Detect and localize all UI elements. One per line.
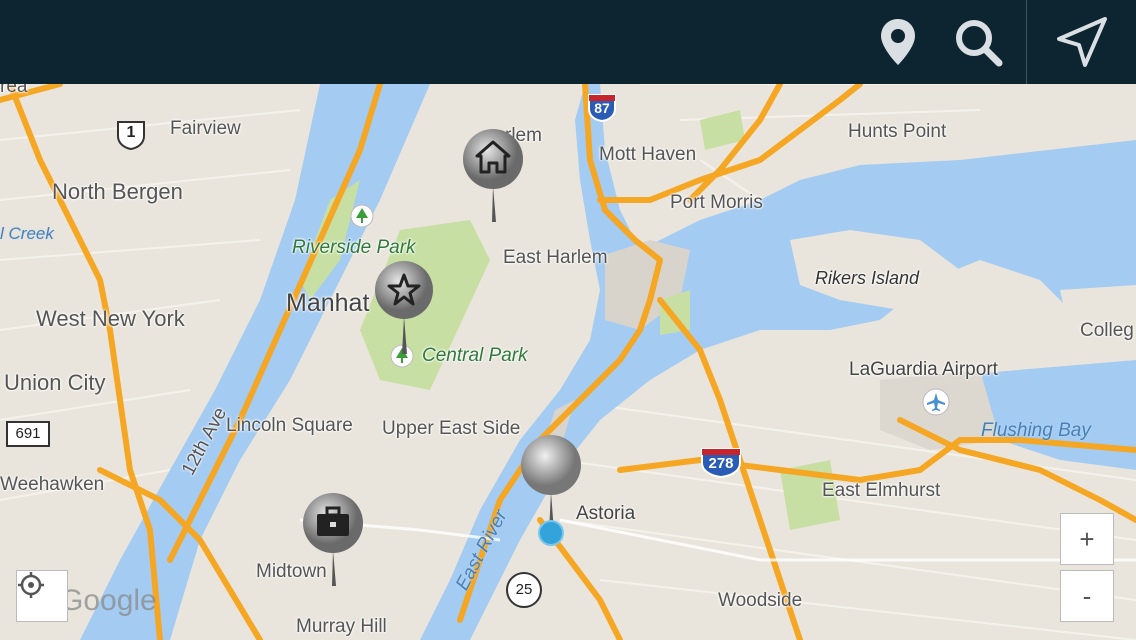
zoom-out-button[interactable]: - [1060, 570, 1114, 622]
zoom-in-button[interactable]: + [1060, 513, 1114, 565]
my-location-button[interactable] [16, 570, 68, 622]
label-laguardia-airport: LaGuardia Airport [849, 359, 998, 380]
label-flushing-bay: Flushing Bay [981, 420, 1091, 441]
crosshair-icon [18, 572, 44, 598]
map-view[interactable]: rea Fairview North Bergen l Creek West N… [0, 84, 1136, 640]
label-area: rea [0, 84, 28, 97]
label-hunts-point: Hunts Point [848, 121, 947, 142]
label-creek: l Creek [0, 224, 54, 243]
label-murray-hill: Murray Hill [296, 616, 387, 637]
label-woodside: Woodside [718, 590, 803, 611]
top-toolbar [0, 0, 1136, 84]
label-lincoln-square: Lincoln Square [226, 415, 353, 436]
label-east-harlem: East Harlem [503, 247, 608, 268]
label-port-morris: Port Morris [670, 192, 763, 213]
label-east-elmhurst: East Elmhurst [822, 480, 941, 501]
label-manhattan: Manhat [286, 289, 370, 317]
label-mott-haven: Mott Haven [599, 144, 697, 165]
label-central-park: Central Park [422, 345, 528, 366]
label-astoria: Astoria [576, 503, 636, 524]
toolbar-divider [1026, 0, 1027, 84]
label-upper-east-side: Upper East Side [382, 418, 521, 439]
route-shield-25: 25 [506, 572, 542, 608]
label-north-bergen: North Bergen [52, 179, 183, 204]
map-pin-button[interactable] [870, 0, 926, 84]
label-rikers-island: Rikers Island [815, 268, 920, 288]
label-college: Colleg [1080, 320, 1134, 341]
google-logo: Google [60, 584, 157, 617]
navigate-button[interactable] [1050, 0, 1114, 84]
label-riverside-park: Riverside Park [292, 237, 416, 258]
search-icon [956, 20, 1003, 67]
label-west-new-york: West New York [36, 306, 185, 331]
search-button[interactable] [948, 0, 1008, 84]
label-union-city: Union City [4, 370, 106, 395]
label-fairview: Fairview [170, 118, 241, 139]
route-shield-691: 691 [6, 421, 50, 447]
navigation-arrow-icon [1057, 17, 1107, 67]
label-weehawken: Weehawken [0, 474, 105, 495]
map-pin-icon [881, 19, 915, 65]
